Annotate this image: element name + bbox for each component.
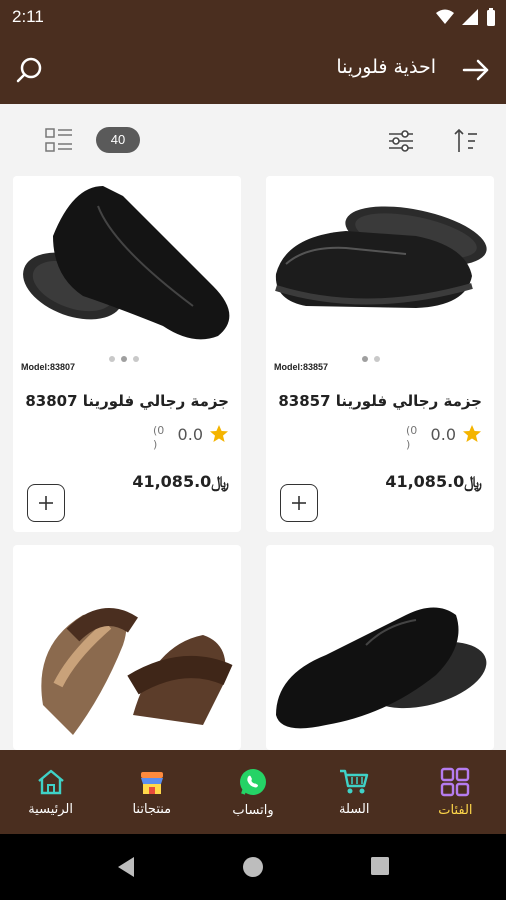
battery-icon: [487, 8, 495, 26]
plus-icon: [39, 496, 53, 510]
nav-label: الرئيسية: [28, 801, 73, 817]
rating-value: 0.0: [177, 424, 203, 444]
app-bar: احذية فلورينا: [0, 36, 506, 104]
arrow-forward-icon[interactable]: [460, 54, 492, 86]
product-image[interactable]: [13, 565, 241, 745]
cart-icon: [340, 769, 369, 793]
search-icon[interactable]: [14, 54, 46, 86]
product-name[interactable]: جزمة رجالي فلورينا 83807: [25, 392, 229, 410]
product-count-badge: 40: [96, 127, 140, 153]
product-rating: 0.0: [431, 424, 482, 444]
product-card[interactable]: [266, 545, 494, 750]
image-pager-dots: [362, 356, 380, 362]
nav-label: منتجاتنا: [132, 801, 172, 817]
system-recents-icon[interactable]: [370, 856, 390, 876]
home-icon: [37, 769, 64, 794]
filter-sliders-icon[interactable]: [386, 126, 416, 156]
whatsapp-icon: [240, 768, 266, 795]
product-card[interactable]: [13, 545, 241, 750]
status-time: 2:11: [12, 7, 44, 26]
signal-icon: [462, 9, 478, 25]
status-icons: [436, 8, 496, 26]
wifi-icon: [436, 9, 454, 24]
review-count: (0 ): [406, 424, 418, 451]
store-icon: [140, 771, 163, 794]
product-price: 41,085.0﷼: [132, 472, 229, 491]
system-home-icon[interactable]: [242, 856, 264, 878]
product-price: 41,085.0﷼: [385, 472, 482, 491]
nav-label: الفئات: [438, 802, 473, 818]
system-navigation-bar: [0, 834, 506, 900]
nav-label: واتساب: [232, 802, 274, 818]
star-icon: [463, 425, 481, 442]
system-back-icon[interactable]: [116, 856, 136, 878]
filter-toolbar: [0, 104, 506, 174]
star-icon: [210, 425, 228, 442]
page-title: احذية فلورينا: [336, 56, 436, 78]
nav-item-categories[interactable]: الفئات: [405, 750, 506, 834]
bottom-navigation: الرئيسية منتجاتنا واتساب السلة الفئات: [0, 750, 506, 834]
rating-value: 0.0: [430, 424, 456, 444]
image-pager-dots: [109, 356, 139, 362]
nav-item-cart[interactable]: السلة: [304, 750, 405, 834]
product-rating: 0.0: [178, 424, 229, 444]
review-count: (0 ): [153, 424, 165, 451]
product-card[interactable]: Model:83807 جزمة رجالي فلورينا 83807 0.0…: [13, 176, 241, 532]
status-bar: 2:11: [0, 0, 506, 36]
product-image[interactable]: [266, 565, 494, 745]
sort-icon[interactable]: [450, 126, 480, 156]
nav-item-home[interactable]: الرئيسية: [0, 750, 101, 834]
add-to-cart-button[interactable]: [280, 484, 318, 522]
add-to-cart-button[interactable]: [27, 484, 65, 522]
product-image[interactable]: [266, 176, 494, 356]
list-view-icon[interactable]: [44, 126, 74, 156]
nav-label: السلة: [338, 801, 370, 817]
product-image[interactable]: [13, 176, 241, 356]
grid-icon: [441, 767, 470, 796]
product-model: Model:83807: [21, 362, 76, 372]
nav-item-whatsapp[interactable]: واتساب: [202, 750, 303, 834]
product-model: Model:83857: [274, 362, 329, 372]
product-name[interactable]: جزمة رجالي فلورينا 83857: [278, 392, 482, 410]
product-card[interactable]: Model:83857 جزمة رجالي فلورينا 83857 0.0…: [266, 176, 494, 532]
nav-item-products[interactable]: منتجاتنا: [101, 750, 202, 834]
plus-icon: [292, 496, 306, 510]
